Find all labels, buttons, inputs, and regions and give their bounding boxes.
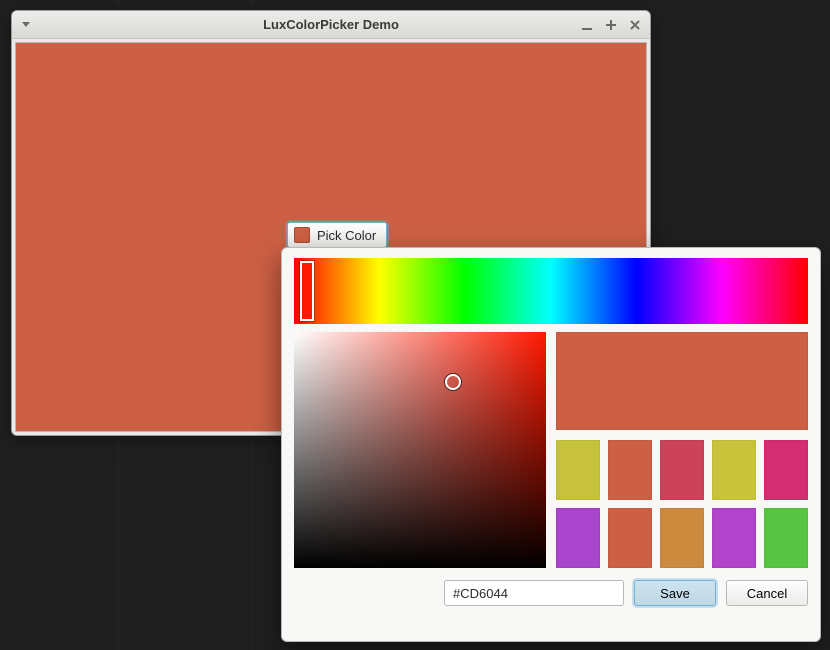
- preset-swatch[interactable]: [660, 440, 704, 500]
- hex-input[interactable]: [444, 580, 624, 606]
- preset-swatch[interactable]: [764, 440, 808, 500]
- hue-slider[interactable]: [294, 258, 808, 324]
- preset-swatch[interactable]: [556, 508, 600, 568]
- color-picker-popup: Save Cancel: [281, 247, 821, 642]
- window-title: LuxColorPicker Demo: [12, 17, 650, 32]
- preset-swatch[interactable]: [608, 440, 652, 500]
- pick-color-chip: [294, 227, 310, 243]
- preset-grid: [556, 440, 808, 568]
- pick-color-label: Pick Color: [317, 228, 376, 243]
- pick-color-button[interactable]: Pick Color: [287, 222, 387, 248]
- hue-slider-thumb[interactable]: [300, 261, 314, 321]
- preset-swatch[interactable]: [712, 440, 756, 500]
- preset-swatch[interactable]: [608, 508, 652, 568]
- sv-field-thumb[interactable]: [445, 374, 461, 390]
- close-icon[interactable]: [626, 15, 644, 37]
- cancel-button[interactable]: Cancel: [726, 580, 808, 606]
- saturation-value-field[interactable]: [294, 332, 546, 568]
- preset-swatch[interactable]: [712, 508, 756, 568]
- minimize-icon[interactable]: [578, 15, 596, 37]
- preset-swatch[interactable]: [556, 440, 600, 500]
- save-button[interactable]: Save: [634, 580, 716, 606]
- window-menu-icon[interactable]: [22, 22, 30, 27]
- color-preview: [556, 332, 808, 430]
- titlebar[interactable]: LuxColorPicker Demo: [12, 11, 650, 39]
- preset-swatch[interactable]: [660, 508, 704, 568]
- preset-swatch[interactable]: [764, 508, 808, 568]
- maximize-icon[interactable]: [602, 15, 620, 37]
